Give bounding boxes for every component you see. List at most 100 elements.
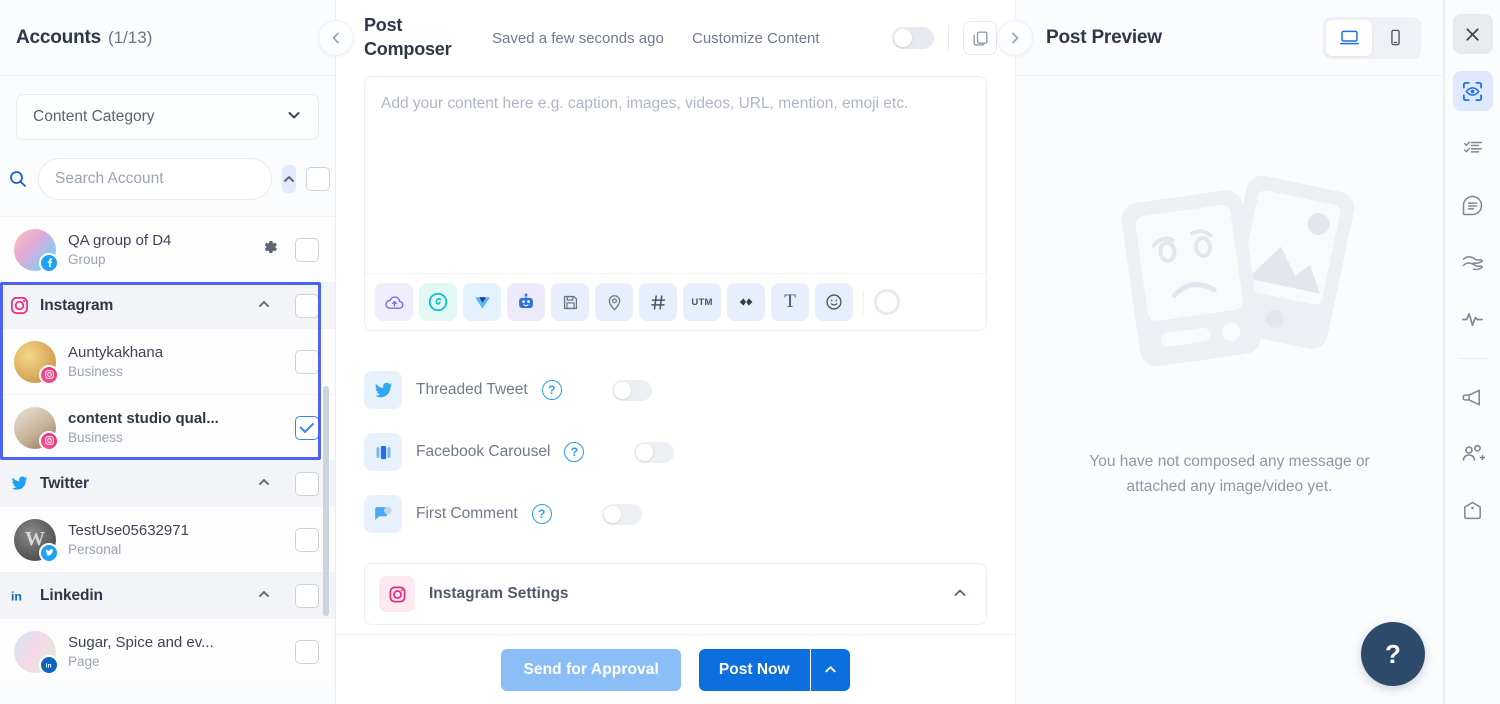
tag-icon[interactable] [1453, 491, 1493, 531]
list-item[interactable]: in Sugar, Spice and ev... Page [0, 618, 335, 684]
account-name: Sugar, Spice and ev... [68, 634, 214, 651]
copy-icon[interactable] [963, 21, 997, 55]
account-checkbox[interactable] [295, 639, 319, 664]
canva-icon[interactable] [419, 283, 457, 321]
list-item-meta: QA group of D4 Group [68, 232, 249, 267]
account-name: content studio qual... [68, 410, 219, 427]
composer-panel: Post Composer Saved a few seconds ago Cu… [336, 0, 1033, 704]
twitter-badge-icon [39, 542, 59, 563]
group-label: Instagram [40, 296, 114, 314]
add-user-icon[interactable] [1453, 434, 1493, 474]
facebook-badge-icon [39, 252, 59, 273]
page-title: Accounts [16, 26, 101, 48]
instagram-badge-icon [39, 430, 59, 451]
content-category-dropdown[interactable]: Content Category [16, 94, 319, 140]
hashtag-icon[interactable] [639, 283, 677, 321]
notes-icon[interactable] [1453, 185, 1493, 225]
facebook-carousel-icon [364, 433, 402, 471]
empty-message: You have not composed any message or att… [1089, 452, 1370, 495]
emoji-icon[interactable] [815, 283, 853, 321]
preview-title: Post Preview [1046, 26, 1162, 48]
facebook-carousel-toggle[interactable] [634, 441, 675, 463]
list-item-meta: Sugar, Spice and ev... Page [68, 634, 283, 669]
location-icon[interactable] [595, 283, 633, 321]
svg-text:in: in [10, 589, 21, 603]
shorten-link-icon[interactable] [727, 283, 765, 321]
account-name: QA group of D4 [68, 232, 172, 249]
vista-create-icon[interactable] [463, 283, 501, 321]
ai-assistant-icon[interactable] [507, 283, 545, 321]
header-divider [948, 25, 949, 51]
account-type: Business [68, 430, 123, 445]
chevron-up-icon[interactable] [952, 585, 968, 604]
phone-icon[interactable] [1372, 20, 1418, 56]
sidebar-scrollbar[interactable] [323, 386, 329, 616]
chevron-up-icon[interactable] [257, 475, 271, 492]
threaded-tweet-toggle[interactable] [611, 379, 652, 401]
first-comment-toggle[interactable] [601, 503, 642, 525]
option-label: Threaded Tweet [416, 381, 528, 398]
hands-icon[interactable] [1453, 242, 1493, 282]
sidebar-group-instagram[interactable]: Instagram [0, 282, 335, 328]
upload-media-icon[interactable] [375, 283, 413, 321]
sidebar-group-linkedin[interactable]: in Linkedin [0, 572, 335, 618]
settings-label: Instagram Settings [429, 585, 569, 602]
option-first-comment: First Comment ? [364, 483, 987, 545]
preview-header: Post Preview [1016, 0, 1443, 76]
account-type: Page [68, 654, 100, 669]
collapse-all-button[interactable] [282, 165, 296, 193]
customize-content-toggle[interactable] [892, 27, 934, 49]
select-all-checkbox[interactable] [306, 167, 330, 191]
sidebar-group-twitter[interactable]: Twitter [0, 460, 335, 506]
account-checkbox[interactable] [295, 349, 319, 374]
instagram-settings-section[interactable]: Instagram Settings [364, 563, 987, 625]
post-options-dropdown-button[interactable] [809, 648, 850, 691]
list-item[interactable]: Auntykakhana Business [0, 328, 335, 394]
post-options: Threaded Tweet ? Facebook Carousel ? Fir… [364, 331, 987, 545]
pulse-icon[interactable] [1453, 299, 1493, 339]
eye-scan-icon[interactable] [1452, 71, 1493, 111]
editor-card: Add your content here e.g. caption, imag… [364, 76, 987, 331]
checklist-icon[interactable] [1453, 128, 1493, 168]
group-checkbox[interactable] [295, 583, 319, 608]
linkedin-icon: in [8, 586, 30, 605]
account-checkbox[interactable] [295, 527, 319, 552]
device-switcher [1323, 16, 1421, 59]
collapse-sidebar-button[interactable] [318, 20, 354, 56]
chevron-up-icon[interactable] [257, 587, 271, 604]
text-format-icon[interactable]: T [771, 283, 809, 321]
monitor-icon[interactable] [1326, 19, 1372, 56]
content-editor[interactable]: Add your content here e.g. caption, imag… [365, 77, 986, 273]
expand-preview-button[interactable] [997, 20, 1033, 56]
list-item[interactable]: content studio qual... Business [0, 394, 335, 460]
account-checkbox[interactable] [295, 415, 319, 440]
account-checkbox[interactable] [295, 237, 319, 262]
search-row [0, 140, 335, 216]
list-item[interactable]: QA group of D4 Group [0, 216, 335, 282]
group-label: Twitter [40, 474, 89, 492]
help-icon[interactable]: ? [564, 442, 585, 462]
customize-content-label: Customize Content [692, 29, 820, 47]
help-button[interactable]: ? [1361, 622, 1425, 686]
send-for-approval-button[interactable]: Send for Approval [501, 648, 681, 691]
chevron-up-icon[interactable] [257, 297, 271, 314]
gear-icon[interactable] [261, 238, 279, 261]
instagram-icon [379, 576, 415, 612]
empty-illustration [1080, 161, 1380, 416]
list-item-meta: content studio qual... Business [68, 410, 283, 445]
accounts-list[interactable]: QA group of D4 Group Instagram Auntykakh… [0, 216, 335, 704]
megaphone-icon[interactable] [1453, 377, 1493, 417]
close-icon[interactable] [1452, 14, 1493, 54]
group-checkbox[interactable] [295, 293, 319, 318]
composer-title: Post Composer [364, 15, 452, 59]
post-now-button[interactable]: Post Now [698, 648, 810, 691]
search-input[interactable] [38, 158, 272, 200]
help-icon[interactable]: ? [541, 380, 562, 400]
instagram-badge-icon [39, 364, 59, 385]
save-draft-icon[interactable] [551, 283, 589, 321]
utm-icon[interactable]: UTM [683, 283, 721, 321]
group-checkbox[interactable] [295, 471, 319, 496]
list-item[interactable]: W TestUse05632971 Personal [0, 506, 335, 572]
account-type: Business [68, 364, 123, 379]
help-icon[interactable]: ? [531, 504, 552, 524]
